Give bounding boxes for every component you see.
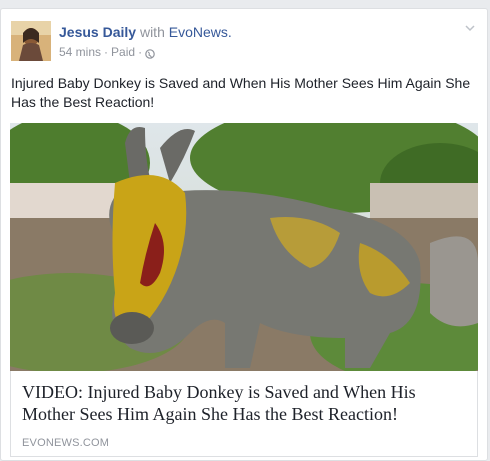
post-title-line: Jesus Daily with EvoNews. — [59, 23, 232, 41]
paid-label: Paid — [111, 45, 136, 59]
meta-separator: · — [104, 45, 109, 59]
page-name-link[interactable]: Jesus Daily — [59, 24, 136, 40]
page-avatar[interactable] — [11, 21, 51, 61]
link-title[interactable]: VIDEO: Injured Baby Donkey is Saved and … — [22, 381, 472, 425]
link-preview-caption[interactable]: VIDEO: Injured Baby Donkey is Saved and … — [10, 371, 478, 457]
post-subline: 54 mins · Paid · — [59, 44, 232, 60]
with-word: with — [139, 24, 165, 40]
post-header: Jesus Daily with EvoNews. 54 mins · Paid… — [11, 21, 477, 65]
chevron-down-icon[interactable] — [463, 21, 477, 35]
globe-icon[interactable] — [145, 47, 155, 59]
post-meta: Jesus Daily with EvoNews. 54 mins · Paid… — [59, 23, 232, 60]
meta-separator: · — [138, 45, 143, 59]
partner-name-link[interactable]: EvoNews. — [169, 24, 232, 40]
post-timestamp[interactable]: 54 mins — [59, 44, 101, 60]
link-preview-image[interactable] — [10, 123, 478, 371]
post-card: Jesus Daily with EvoNews. 54 mins · Paid… — [0, 8, 488, 461]
post-text: Injured Baby Donkey is Saved and When Hi… — [11, 75, 471, 110]
link-domain: EVONEWS.COM — [22, 437, 110, 449]
